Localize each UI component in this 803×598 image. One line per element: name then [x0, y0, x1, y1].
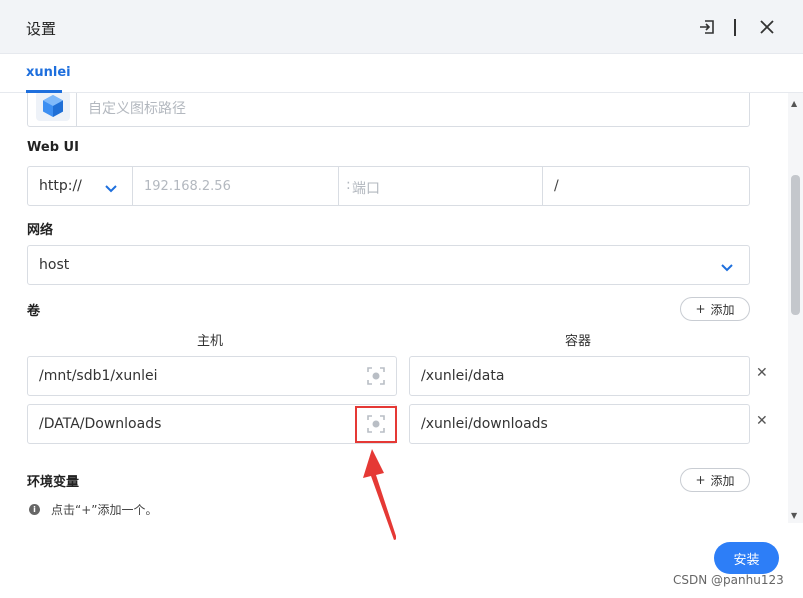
close-icon[interactable] — [757, 17, 777, 37]
add-env-button[interactable]: + 添加 — [680, 468, 750, 492]
webui-divider — [132, 167, 133, 205]
remove-volume-icon[interactable]: ✕ — [756, 413, 768, 429]
info-icon: i — [29, 504, 40, 515]
volume-host-value: /DATA/Downloads — [39, 416, 162, 432]
volume-host-field[interactable]: /DATA/Downloads — [27, 404, 397, 444]
folder-picker-icon[interactable] — [366, 366, 386, 390]
tab-bar: xunlei — [0, 55, 803, 93]
env-hint: 点击“+”添加一个。 — [51, 503, 158, 517]
scroll-down-icon[interactable]: ▼ — [791, 511, 797, 520]
volume-container-field[interactable]: /xunlei/data — [409, 356, 750, 396]
network-select[interactable]: host — [27, 245, 750, 285]
add-volume-label: 添加 — [710, 302, 735, 317]
chevron-down-icon[interactable] — [104, 180, 118, 199]
annotation-arrow — [363, 449, 396, 540]
webui-divider — [338, 167, 339, 205]
icon-divider — [76, 93, 77, 126]
dialog-title: 设置 — [26, 20, 57, 38]
volumes-label: 卷 — [27, 304, 41, 319]
volume-container-field[interactable]: /xunlei/downloads — [409, 404, 750, 444]
volume-host-field[interactable]: /mnt/sdb1/xunlei — [27, 356, 397, 396]
app-icon — [36, 93, 70, 121]
scrollbar-thumb[interactable] — [791, 175, 800, 315]
host-input[interactable]: 192.168.2.56 — [144, 179, 231, 194]
plus-icon: + — [695, 302, 706, 316]
chevron-down-icon[interactable] — [720, 259, 734, 278]
webui-divider — [542, 167, 543, 205]
add-env-label: 添加 — [710, 473, 735, 488]
webui-label: Web UI — [27, 140, 79, 155]
volume-host-value: /mnt/sdb1/xunlei — [39, 368, 158, 384]
volume-container-value: /xunlei/data — [421, 368, 505, 384]
path-input[interactable]: / — [554, 178, 559, 194]
network-value: host — [39, 257, 70, 273]
column-host: 主机 — [197, 334, 224, 349]
port-input[interactable]: 端口 — [352, 178, 380, 198]
highlight-box — [355, 406, 397, 443]
icon-path-field[interactable]: 自定义图标路径 — [27, 93, 750, 127]
plus-icon: + — [695, 473, 706, 487]
port-separator: : — [346, 177, 351, 193]
install-button[interactable]: 安装 — [714, 542, 779, 574]
protocol-select[interactable]: http:// — [39, 178, 82, 194]
env-label: 环境变量 — [27, 475, 80, 490]
network-label: 网络 — [27, 223, 54, 238]
column-container: 容器 — [565, 334, 592, 349]
icon-path-input[interactable]: 自定义图标路径 — [88, 98, 186, 118]
watermark: CSDN @panhu123 — [673, 573, 784, 587]
webui-field: http:// 192.168.2.56 : 端口 / — [27, 166, 750, 206]
content-scrollbar[interactable]: ▲ ▼ — [788, 93, 803, 523]
scroll-up-icon[interactable]: ▲ — [791, 99, 797, 108]
install-label: 安装 — [733, 552, 760, 568]
remove-volume-icon[interactable]: ✕ — [756, 365, 768, 381]
exit-icon[interactable] — [697, 17, 717, 37]
titlebar-divider — [734, 19, 736, 36]
volume-container-value: /xunlei/downloads — [421, 416, 548, 432]
settings-dialog: 设置 xunlei 自定义图标路径 Web UI http:// 192.168… — [0, 0, 803, 598]
tab-xunlei[interactable]: xunlei — [26, 65, 71, 80]
dialog-titlebar: 设置 — [0, 0, 803, 54]
add-volume-button[interactable]: + 添加 — [680, 297, 750, 321]
